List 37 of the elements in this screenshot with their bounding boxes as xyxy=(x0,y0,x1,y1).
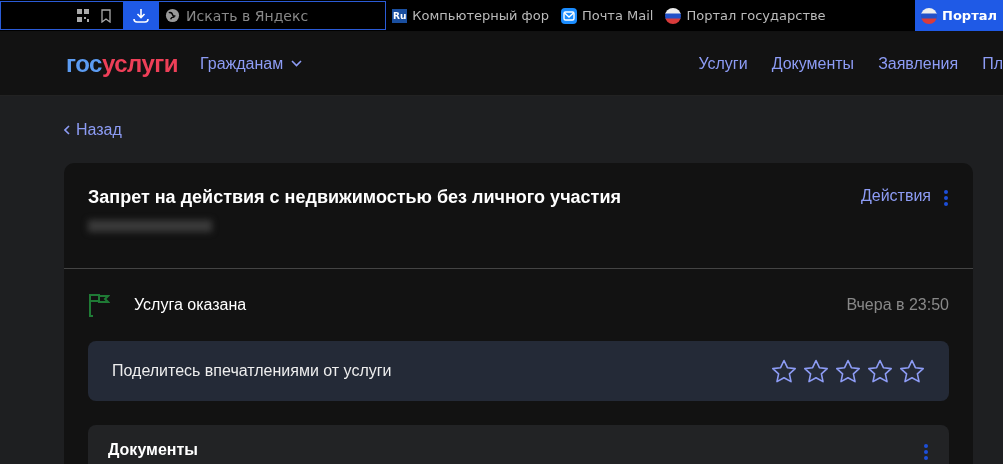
address-bar[interactable]: Искать в Яндекс xyxy=(0,1,386,30)
bookmark-tab[interactable]: Портал государстве xyxy=(659,0,832,31)
star-icon[interactable] xyxy=(835,359,861,383)
star-icon[interactable] xyxy=(803,359,829,383)
globe-icon xyxy=(165,8,180,23)
status-label: Услуга оказана xyxy=(134,296,247,314)
documents-title: Документы xyxy=(108,441,198,460)
download-button[interactable] xyxy=(123,1,159,30)
search-field[interactable]: Искать в Яндекс xyxy=(186,7,376,24)
audience-dropdown[interactable]: Гражданам xyxy=(200,54,303,73)
nav-link[interactable]: Документы xyxy=(771,54,855,73)
logo[interactable]: госуслуги xyxy=(66,49,178,78)
envelope-icon xyxy=(560,7,577,24)
site-badge: Ru xyxy=(392,8,408,23)
back-link[interactable]: Назад xyxy=(64,121,122,139)
nav-link[interactable]: Заявления xyxy=(878,54,959,73)
star-icon[interactable] xyxy=(867,359,893,383)
bookmark-tab[interactable]: Почта Mail xyxy=(554,0,660,31)
download-icon xyxy=(132,7,150,24)
chevron-left-icon xyxy=(64,125,70,135)
flag-icon xyxy=(665,7,682,24)
flag-icon xyxy=(88,293,110,317)
star-icon[interactable] xyxy=(771,359,797,383)
qr-code-icon[interactable] xyxy=(77,9,89,22)
flag-icon xyxy=(921,7,938,24)
status-time: Вчера в 23:50 xyxy=(846,296,949,314)
chevron-down-icon xyxy=(291,60,303,67)
bookmark-tab[interactable]: Ru Компьютерный фор xyxy=(386,0,555,31)
actions-link[interactable]: Действия xyxy=(860,187,931,205)
star-icon[interactable] xyxy=(899,359,925,383)
card-title: Запрет на действия с недвижимостью без личного участия xyxy=(88,187,621,208)
bookmark-icon[interactable] xyxy=(101,8,111,23)
nav-link[interactable]: Пл xyxy=(982,54,1003,73)
bookmark-tab[interactable]: Портал xyxy=(915,0,1003,31)
rating-prompt: Поделитесь впечатлениями от услуги xyxy=(112,362,392,380)
nav-link[interactable]: Услуги xyxy=(698,54,748,73)
more-icon[interactable] xyxy=(943,189,949,207)
